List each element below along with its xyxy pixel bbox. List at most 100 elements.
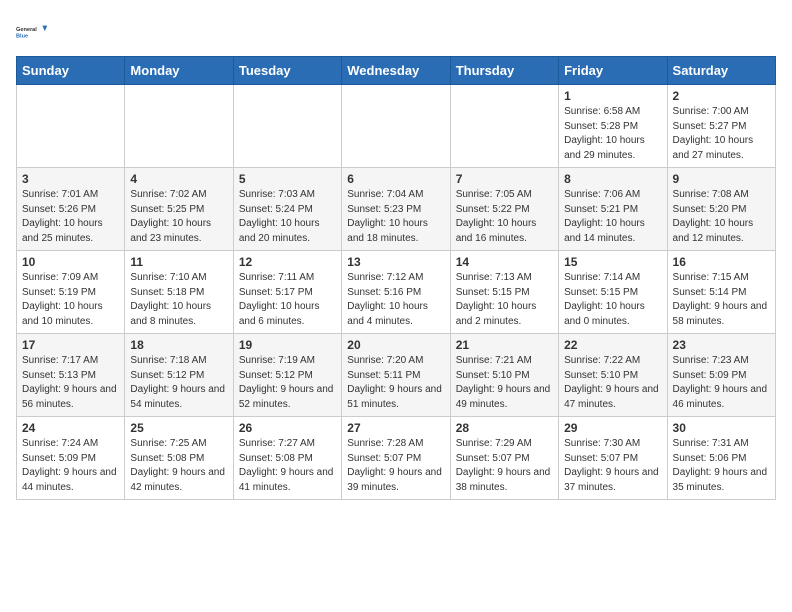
day-cell: 27 Sunrise: 7:28 AMSunset: 5:07 PMDayligh… — [342, 417, 450, 500]
header-cell-thursday: Thursday — [450, 57, 558, 85]
day-info: Sunrise: 7:20 AMSunset: 5:11 PMDaylight:… — [347, 354, 444, 412]
day-number: 13 — [347, 255, 444, 269]
day-number: 12 — [239, 255, 336, 269]
week-row-2: 3 Sunrise: 7:01 AMSunset: 5:26 PMDaylight… — [17, 168, 776, 251]
day-info: Sunrise: 6:58 AMSunset: 5:28 PMDaylight:… — [564, 105, 661, 163]
day-number: 9 — [673, 172, 770, 186]
day-cell: 16 Sunrise: 7:15 AMSunset: 5:14 PMDayligh… — [667, 251, 775, 334]
day-info: Sunrise: 7:27 AMSunset: 5:08 PMDaylight:… — [239, 437, 336, 495]
day-cell: 9 Sunrise: 7:08 AMSunset: 5:20 PMDaylight… — [667, 168, 775, 251]
header-cell-friday: Friday — [559, 57, 667, 85]
day-cell — [125, 85, 233, 168]
day-number: 1 — [564, 89, 661, 103]
day-cell — [342, 85, 450, 168]
day-info: Sunrise: 7:24 AMSunset: 5:09 PMDaylight:… — [22, 437, 119, 495]
day-cell: 13 Sunrise: 7:12 AMSunset: 5:16 PMDayligh… — [342, 251, 450, 334]
day-cell: 14 Sunrise: 7:13 AMSunset: 5:15 PMDayligh… — [450, 251, 558, 334]
day-info: Sunrise: 7:11 AMSunset: 5:17 PMDaylight:… — [239, 271, 336, 329]
day-info: Sunrise: 7:09 AMSunset: 5:19 PMDaylight:… — [22, 271, 119, 329]
day-number: 10 — [22, 255, 119, 269]
day-cell: 29 Sunrise: 7:30 AMSunset: 5:07 PMDayligh… — [559, 417, 667, 500]
day-cell: 26 Sunrise: 7:27 AMSunset: 5:08 PMDayligh… — [233, 417, 341, 500]
day-cell: 25Sunrise: 7:25 AMSunset: 5:08 PMDayligh… — [125, 417, 233, 500]
day-info: Sunrise: 7:04 AMSunset: 5:23 PMDaylight:… — [347, 188, 444, 246]
day-number: 29 — [564, 421, 661, 435]
calendar-table: SundayMondayTuesdayWednesdayThursdayFrid… — [16, 56, 776, 500]
day-cell: 19Sunrise: 7:19 AMSunset: 5:12 PMDayligh… — [233, 334, 341, 417]
day-info: Sunrise: 7:15 AMSunset: 5:14 PMDaylight:… — [673, 271, 770, 329]
day-info: Sunrise: 7:01 AMSunset: 5:26 PMDaylight:… — [22, 188, 119, 246]
week-row-3: 10 Sunrise: 7:09 AMSunset: 5:19 PMDayligh… — [17, 251, 776, 334]
day-info: Sunrise: 7:00 AMSunset: 5:27 PMDaylight:… — [673, 105, 770, 163]
header-cell-sunday: Sunday — [17, 57, 125, 85]
day-number: 16 — [673, 255, 770, 269]
svg-text:General: General — [16, 27, 37, 33]
day-cell: 7Sunrise: 7:05 AMSunset: 5:22 PMDaylight… — [450, 168, 558, 251]
day-cell: 20 Sunrise: 7:20 AMSunset: 5:11 PMDayligh… — [342, 334, 450, 417]
day-number: 8 — [564, 172, 661, 186]
day-number: 6 — [347, 172, 444, 186]
day-cell: 28 Sunrise: 7:29 AMSunset: 5:07 PMDayligh… — [450, 417, 558, 500]
day-number: 20 — [347, 338, 444, 352]
day-cell: 10 Sunrise: 7:09 AMSunset: 5:19 PMDayligh… — [17, 251, 125, 334]
day-info: Sunrise: 7:29 AMSunset: 5:07 PMDaylight:… — [456, 437, 553, 495]
day-number: 26 — [239, 421, 336, 435]
calendar-body: 1 Sunrise: 6:58 AMSunset: 5:28 PMDaylight… — [17, 85, 776, 500]
day-info: Sunrise: 7:06 AMSunset: 5:21 PMDaylight:… — [564, 188, 661, 246]
day-info: Sunrise: 7:21 AMSunset: 5:10 PMDaylight:… — [456, 354, 553, 412]
day-info: Sunrise: 7:08 AMSunset: 5:20 PMDaylight:… — [673, 188, 770, 246]
day-number: 14 — [456, 255, 553, 269]
day-number: 24 — [22, 421, 119, 435]
day-info: Sunrise: 7:13 AMSunset: 5:15 PMDaylight:… — [456, 271, 553, 329]
day-cell: 22 Sunrise: 7:22 AMSunset: 5:10 PMDayligh… — [559, 334, 667, 417]
day-number: 21 — [456, 338, 553, 352]
day-cell: 15Sunrise: 7:14 AMSunset: 5:15 PMDayligh… — [559, 251, 667, 334]
week-row-4: 17Sunrise: 7:17 AMSunset: 5:13 PMDayligh… — [17, 334, 776, 417]
day-number: 7 — [456, 172, 553, 186]
logo-icon: GeneralBlue — [16, 16, 48, 48]
day-info: Sunrise: 7:31 AMSunset: 5:06 PMDaylight:… — [673, 437, 770, 495]
day-info: Sunrise: 7:22 AMSunset: 5:10 PMDaylight:… — [564, 354, 661, 412]
day-cell — [233, 85, 341, 168]
day-info: Sunrise: 7:02 AMSunset: 5:25 PMDaylight:… — [130, 188, 227, 246]
day-number: 3 — [22, 172, 119, 186]
header-cell-wednesday: Wednesday — [342, 57, 450, 85]
header-cell-monday: Monday — [125, 57, 233, 85]
day-cell: 8 Sunrise: 7:06 AMSunset: 5:21 PMDaylight… — [559, 168, 667, 251]
day-info: Sunrise: 7:18 AMSunset: 5:12 PMDaylight:… — [130, 354, 227, 412]
day-info: Sunrise: 7:28 AMSunset: 5:07 PMDaylight:… — [347, 437, 444, 495]
day-cell: 23Sunrise: 7:23 AMSunset: 5:09 PMDayligh… — [667, 334, 775, 417]
day-cell: 24 Sunrise: 7:24 AMSunset: 5:09 PMDayligh… — [17, 417, 125, 500]
week-row-1: 1 Sunrise: 6:58 AMSunset: 5:28 PMDaylight… — [17, 85, 776, 168]
day-number: 2 — [673, 89, 770, 103]
day-number: 11 — [130, 255, 227, 269]
day-cell: 3 Sunrise: 7:01 AMSunset: 5:26 PMDaylight… — [17, 168, 125, 251]
logo: GeneralBlue — [16, 16, 48, 48]
page-header: GeneralBlue — [16, 16, 776, 48]
day-cell: 12 Sunrise: 7:11 AMSunset: 5:17 PMDayligh… — [233, 251, 341, 334]
day-number: 19 — [239, 338, 336, 352]
svg-text:Blue: Blue — [16, 34, 28, 40]
day-number: 4 — [130, 172, 227, 186]
day-cell — [450, 85, 558, 168]
day-info: Sunrise: 7:03 AMSunset: 5:24 PMDaylight:… — [239, 188, 336, 246]
day-number: 27 — [347, 421, 444, 435]
day-info: Sunrise: 7:30 AMSunset: 5:07 PMDaylight:… — [564, 437, 661, 495]
day-number: 5 — [239, 172, 336, 186]
day-info: Sunrise: 7:12 AMSunset: 5:16 PMDaylight:… — [347, 271, 444, 329]
day-cell: 6 Sunrise: 7:04 AMSunset: 5:23 PMDaylight… — [342, 168, 450, 251]
header-cell-tuesday: Tuesday — [233, 57, 341, 85]
day-cell: 30Sunrise: 7:31 AMSunset: 5:06 PMDayligh… — [667, 417, 775, 500]
day-cell: 2 Sunrise: 7:00 AMSunset: 5:27 PMDaylight… — [667, 85, 775, 168]
day-cell — [17, 85, 125, 168]
day-info: Sunrise: 7:25 AMSunset: 5:08 PMDaylight:… — [130, 437, 227, 495]
day-cell: 1 Sunrise: 6:58 AMSunset: 5:28 PMDaylight… — [559, 85, 667, 168]
day-number: 15 — [564, 255, 661, 269]
day-number: 22 — [564, 338, 661, 352]
day-cell: 11 Sunrise: 7:10 AMSunset: 5:18 PMDayligh… — [125, 251, 233, 334]
day-info: Sunrise: 7:10 AMSunset: 5:18 PMDaylight:… — [130, 271, 227, 329]
day-number: 17 — [22, 338, 119, 352]
day-number: 28 — [456, 421, 553, 435]
day-cell: 17Sunrise: 7:17 AMSunset: 5:13 PMDayligh… — [17, 334, 125, 417]
day-cell: 4 Sunrise: 7:02 AMSunset: 5:25 PMDaylight… — [125, 168, 233, 251]
